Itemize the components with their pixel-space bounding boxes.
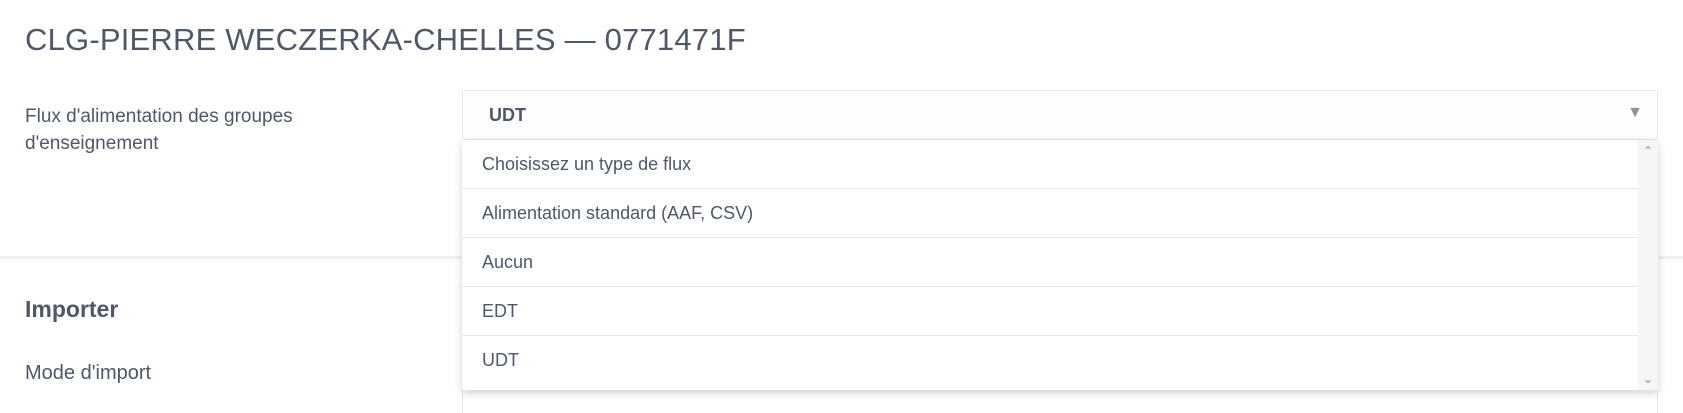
dropdown-option-udt[interactable]: UDT xyxy=(462,336,1638,386)
importer-section-title: Importer xyxy=(25,296,119,322)
flux-select[interactable]: UDT ▼ xyxy=(462,90,1658,140)
caret-down-icon[interactable]: ▼ xyxy=(1627,104,1643,122)
chevron-down-icon[interactable]: ⌄ xyxy=(1643,372,1653,386)
page: CLG-PIERRE WECZERKA-CHELLES — 0771471F F… xyxy=(0,0,1683,413)
import-mode-select[interactable] xyxy=(462,388,1658,413)
import-mode-label: Mode d'import xyxy=(25,362,152,384)
page-title: CLG-PIERRE WECZERKA-CHELLES — 0771471F xyxy=(25,22,746,57)
flux-select-value: UDT xyxy=(489,105,526,125)
dropdown-scrollbar[interactable]: ⌃ ⌄ xyxy=(1638,140,1658,390)
dropdown-option-standard[interactable]: Alimentation standard (AAF, CSV) xyxy=(462,189,1638,238)
dropdown-option-edt[interactable]: EDT xyxy=(462,287,1638,336)
flux-dropdown: Choisissez un type de flux Alimentation … xyxy=(462,140,1658,390)
dropdown-option-aucun[interactable]: Aucun xyxy=(462,238,1638,287)
chevron-up-icon[interactable]: ⌃ xyxy=(1643,144,1653,158)
flux-dropdown-list: Choisissez un type de flux Alimentation … xyxy=(462,140,1638,390)
flux-label: Flux d'alimentation des groupes d'enseig… xyxy=(25,106,293,154)
dropdown-option-placeholder[interactable]: Choisissez un type de flux xyxy=(462,140,1638,189)
